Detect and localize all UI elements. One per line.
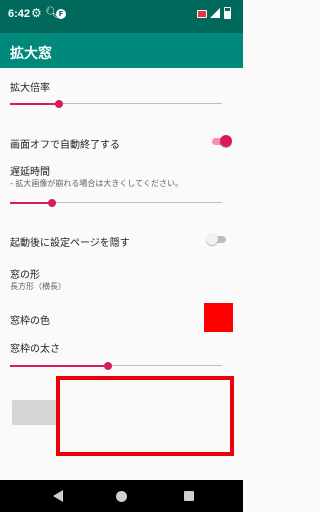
back-icon[interactable] <box>53 490 63 502</box>
window-shape-label[interactable]: 窓の形 <box>10 266 40 281</box>
delay-time-description: - 拡大画像が崩れる場合は大きくしてください。 <box>10 179 183 188</box>
auto-close-switch[interactable] <box>210 135 232 147</box>
delay-time-label: 遅延時間 <box>10 167 50 178</box>
status-bar: 6:42 ⚙ 🔍︎ F <box>0 0 243 33</box>
delay-time-slider[interactable] <box>10 198 222 208</box>
action-button[interactable] <box>12 400 58 425</box>
switch-thumb <box>220 135 232 147</box>
battery-icon <box>224 7 231 19</box>
slider-thumb[interactable] <box>48 199 57 207</box>
page-title: 拡大窓 <box>10 46 52 62</box>
zoom-ratio-label: 拡大倍率 <box>10 83 50 94</box>
zoom-ratio-slider[interactable] <box>10 99 222 109</box>
gear-icon: ⚙ <box>31 6 42 20</box>
no-sim-icon <box>197 10 207 18</box>
app-notification-icon: F <box>56 9 66 19</box>
frame-thickness-slider[interactable] <box>10 361 222 371</box>
slider-fill <box>10 365 108 367</box>
magnifier-window[interactable] <box>56 376 234 456</box>
slider-thumb[interactable] <box>54 100 63 108</box>
navigation-bar <box>0 480 243 512</box>
slider-fill <box>10 202 53 204</box>
app-bar: 拡大窓 <box>0 33 243 68</box>
slider-fill <box>10 103 59 105</box>
status-time: 6:42 <box>8 8 31 20</box>
recents-icon[interactable] <box>184 491 194 501</box>
slider-thumb[interactable] <box>103 362 112 370</box>
frame-color-label[interactable]: 窓枠の色 <box>10 312 50 327</box>
hide-settings-label: 起動後に設定ページを隠す <box>10 238 130 249</box>
auto-close-label: 画面オフで自動終了する <box>10 140 120 151</box>
switch-thumb <box>206 233 218 245</box>
window-shape-value[interactable]: 長方形（横長） <box>10 281 66 292</box>
frame-thickness-label: 窓枠の太さ <box>10 344 60 355</box>
frame-color-swatch[interactable] <box>204 303 233 332</box>
hide-settings-switch[interactable] <box>206 233 228 245</box>
signal-icon <box>210 8 220 18</box>
home-icon[interactable] <box>116 491 127 502</box>
